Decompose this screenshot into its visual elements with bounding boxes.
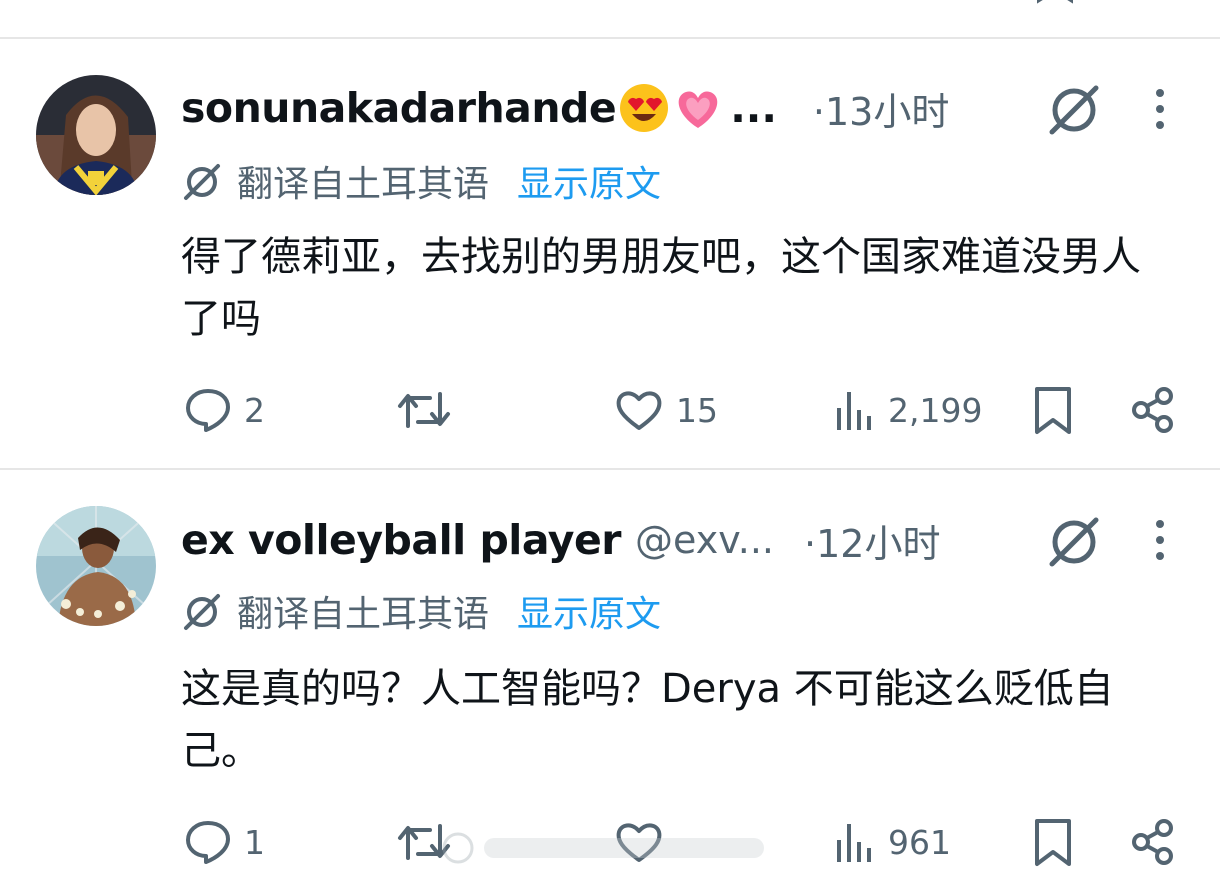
display-name[interactable]: sonunakadarhande [181, 84, 617, 132]
translate-icon [184, 594, 220, 630]
watermark [442, 832, 764, 864]
speech-bubble-icon [186, 389, 230, 432]
reply-count: 2 [244, 390, 265, 430]
bar-chart-icon [837, 392, 871, 430]
heart-icon [616, 391, 662, 430]
bookmark-icon-fragment [1037, 0, 1073, 4]
show-original-link[interactable]: 显示原文 [517, 155, 661, 207]
reply-icon-fragment [188, 0, 210, 8]
post-text: 这是真的吗？人工智能吗？Derya 不可能这么贬低自己。 [181, 666, 1114, 774]
heart-eyes-emoji-icon [620, 84, 669, 132]
like-count: 15 [676, 390, 718, 430]
post-header: ex volleyball player @exv... ·12小时 [181, 512, 940, 568]
post-header: sonunakadarhande ... ·13小时 [181, 80, 949, 136]
bookmark-icon [1035, 387, 1071, 434]
user-handle[interactable]: @exv... [635, 518, 774, 562]
bookmark-icon [1035, 819, 1071, 866]
avatar[interactable] [36, 506, 156, 626]
views-button[interactable]: 961 [834, 818, 951, 866]
name-ellipsis: ... [730, 84, 777, 132]
post-2[interactable]: ex volleyball player @exv... ·12小时 翻译自土耳… [0, 470, 1220, 882]
show-original-link[interactable]: 显示原文 [517, 585, 661, 637]
post-time[interactable]: ·12小时 [804, 513, 940, 568]
views-button[interactable]: 2,199 [834, 386, 982, 434]
bookmark-button[interactable] [1032, 818, 1074, 868]
translated-from-label: 翻译自土耳其语 [237, 594, 490, 635]
growing-heart-emoji-icon [678, 91, 718, 128]
reply-count: 1 [244, 822, 265, 862]
reply-button[interactable]: 1 [184, 818, 265, 866]
translation-row: 翻译自土耳其语 显示原文 [181, 586, 661, 636]
views-count: 2,199 [888, 390, 983, 430]
bookmark-button[interactable] [1032, 386, 1074, 436]
repost-arrows-icon [398, 392, 450, 428]
avatar[interactable] [36, 75, 156, 195]
grok-slash-icon[interactable] [1044, 510, 1104, 570]
more-vertical-icon[interactable] [1150, 516, 1170, 566]
share-icon-fragment [1160, 0, 1182, 8]
translate-icon [184, 164, 220, 200]
previous-post-remnant [0, 0, 1220, 38]
share-icon [1132, 819, 1173, 865]
share-button[interactable] [1130, 386, 1178, 434]
views-count: 961 [888, 822, 951, 862]
post-time[interactable]: ·13小时 [813, 81, 949, 136]
post-1[interactable]: sonunakadarhande ... ·13小时 翻译自土耳其语 显示原文 … [0, 40, 1220, 468]
speech-bubble-icon [186, 821, 230, 864]
repost-button[interactable] [396, 386, 464, 434]
translated-from-label: 翻译自土耳其语 [237, 164, 490, 205]
divider [0, 37, 1220, 39]
bar-chart-icon [837, 824, 871, 862]
like-button[interactable]: 15 [614, 386, 718, 434]
share-icon [1132, 387, 1173, 433]
more-vertical-icon[interactable] [1150, 85, 1170, 135]
post-text: 得了德莉亚，去找别的男朋友吧，这个国家难道没男人了吗 [181, 234, 1141, 342]
grok-slash-icon[interactable] [1044, 78, 1104, 138]
display-name[interactable]: ex volleyball player [181, 516, 622, 564]
reply-button[interactable]: 2 [184, 386, 265, 434]
translation-row: 翻译自土耳其语 显示原文 [181, 156, 661, 206]
share-button[interactable] [1130, 818, 1178, 866]
